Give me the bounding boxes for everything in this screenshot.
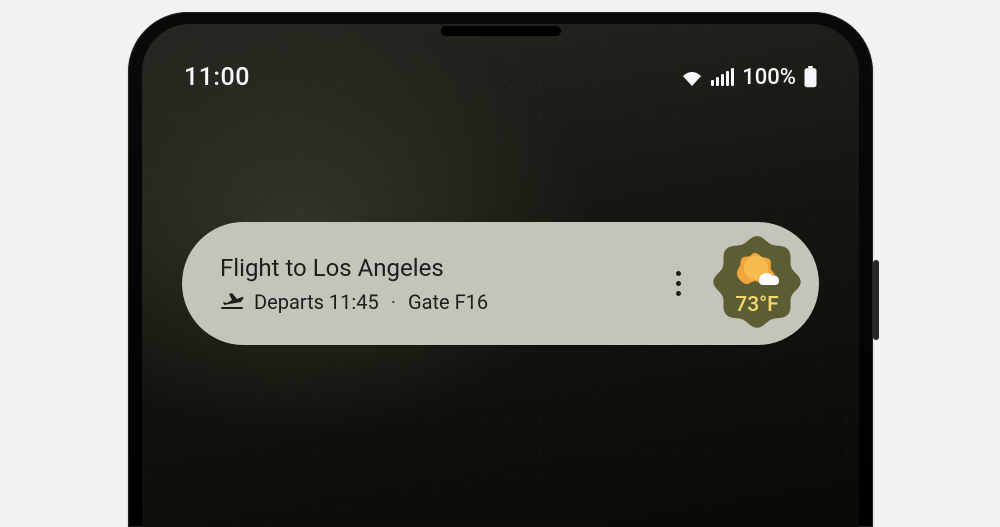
phone-screen: 11:00 100% — [142, 24, 859, 527]
status-right-cluster: 100% — [681, 65, 817, 90]
weather-inner: 73°F — [735, 251, 779, 317]
more-menu-button[interactable] — [657, 271, 699, 296]
status-time: 11:00 — [184, 63, 250, 92]
device-side-button — [873, 260, 879, 340]
weather-condition-icon — [735, 251, 779, 289]
weather-chip[interactable]: 73°F — [705, 232, 809, 336]
gate-label: Gate F16 — [408, 290, 488, 314]
wifi-icon — [681, 68, 703, 86]
battery-icon — [804, 66, 817, 88]
battery-percent-label: 100% — [742, 65, 796, 90]
status-bar: 11:00 100% — [142, 60, 859, 94]
phone-frame: 11:00 100% — [128, 12, 873, 527]
camera-cutout — [441, 26, 561, 36]
departure-icon — [220, 291, 244, 313]
separator-dot: · — [389, 290, 398, 314]
at-a-glance-card[interactable]: Flight to Los Angeles Departs 11:45 · Ga… — [182, 222, 819, 345]
depart-time-label: Departs 11:45 — [254, 290, 379, 314]
flight-info-block[interactable]: Flight to Los Angeles Departs 11:45 · Ga… — [220, 254, 657, 314]
temperature-label: 73°F — [735, 293, 778, 317]
cloud-shape — [759, 273, 779, 285]
cellular-signal-icon — [711, 68, 734, 86]
flight-subline: Departs 11:45 · Gate F16 — [220, 290, 647, 314]
flight-title: Flight to Los Angeles — [220, 254, 647, 282]
